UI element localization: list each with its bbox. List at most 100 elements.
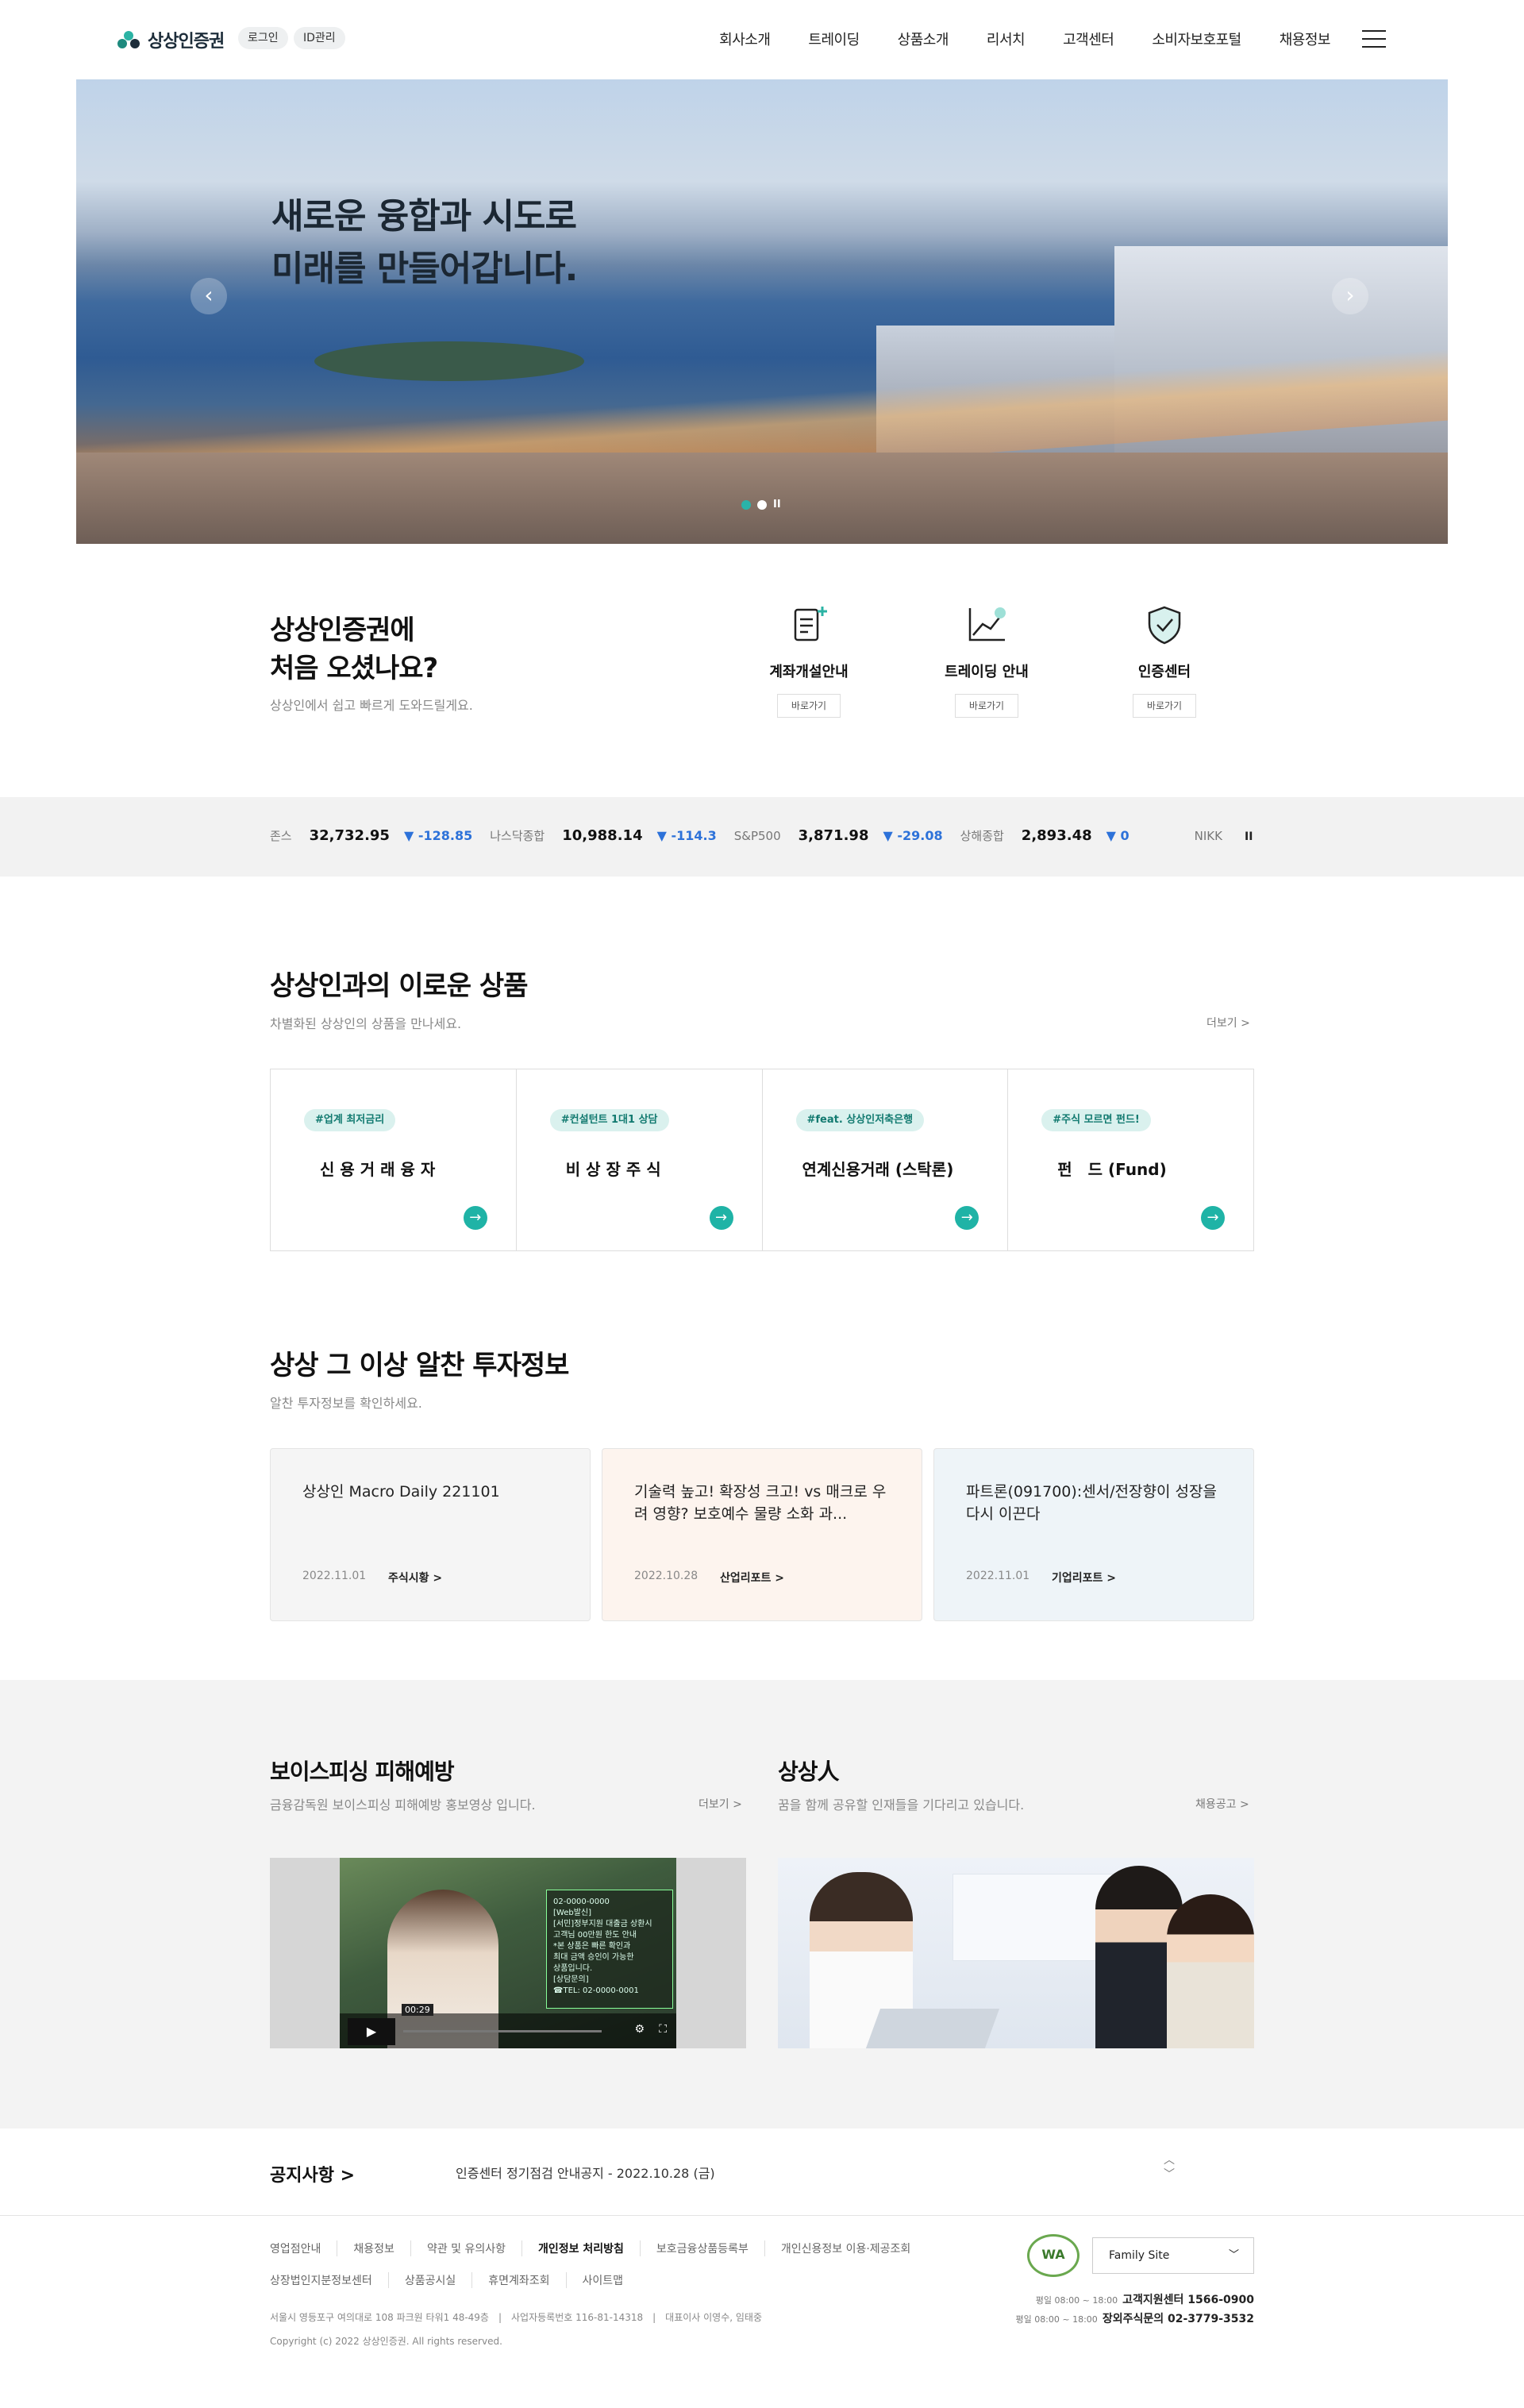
insight-card-date: 2022.11.01 — [966, 1570, 1030, 1582]
chevron-down-icon: ﹀ — [1228, 2249, 1239, 2261]
notice-text[interactable]: 인증센터 정기점검 안내공지 - 2022.10.28 (금) — [456, 2163, 715, 2182]
product-card[interactable]: #주식 모르면 펀드! 펀 드 (Fund) → — [1008, 1069, 1253, 1250]
insight-card[interactable]: 파트론(091700):센서/전장향이 성장을 다시 이끈다 2022.11.0… — [933, 1448, 1254, 1621]
family-site-label: Family Site — [1109, 2249, 1170, 2262]
nav-company[interactable]: 회사소개 — [719, 29, 771, 49]
insight-card[interactable]: 기술력 높고! 확장성 크고! vs 매크로 우려 영향? 보호예수 물량 소화… — [602, 1448, 922, 1621]
products-title: 상상인과의 이로운 상품 — [270, 970, 528, 1002]
footer-link[interactable]: 영업점안내 — [270, 2240, 337, 2256]
footer-link[interactable]: 상품공시실 — [387, 2272, 471, 2288]
insight-card-category[interactable]: 기업리포트 > — [1052, 1570, 1116, 1585]
hero-next-arrow-icon[interactable]: › — [1332, 278, 1368, 314]
product-tag: #업계 최저금리 — [304, 1109, 396, 1131]
footer-links-row2: 상장법인지분정보센터 상품공시실 휴면계좌조회 사이트맵 — [270, 2272, 639, 2288]
notice-label[interactable]: 공지사항 > — [270, 2161, 355, 2186]
product-card[interactable]: #컨설턴트 1대1 상담 비 상 장 주 식 → — [517, 1069, 763, 1250]
first-visit-title: 상상인증권에 처음 오셨나요? — [270, 615, 438, 684]
settings-icon[interactable]: ⚙ — [634, 2023, 645, 2036]
hero-title: 새로운 융합과 시도로 미래를 만들어갑니다. — [271, 196, 578, 289]
recruit-photo[interactable] — [778, 1858, 1254, 2048]
arrow-right-icon[interactable]: → — [1201, 1206, 1225, 1230]
play-icon[interactable]: ▶ — [348, 2018, 395, 2045]
arrow-right-icon[interactable]: → — [955, 1206, 979, 1230]
footer-link[interactable]: 채용정보 — [337, 2240, 410, 2256]
nav-trading[interactable]: 트레이딩 — [808, 29, 860, 49]
quick-trading-guide[interactable]: 트레이딩 안내 바로가기 — [923, 603, 1050, 718]
voice-more-link[interactable]: 더보기 > — [698, 1796, 742, 1812]
video-time: 00:29 — [402, 2004, 433, 2016]
insight-card-title: 기술력 높고! 확장성 크고! vs 매크로 우려 영향? 보호예수 물량 소화… — [634, 1483, 887, 1523]
insight-card-title: 파트론(091700):센서/전장향이 성장을 다시 이끈다 — [966, 1483, 1217, 1523]
product-tag: #feat. 상상인저축은행 — [795, 1109, 925, 1131]
quick-trading-guide-label: 트레이딩 안내 — [945, 664, 1029, 680]
insight-card[interactable]: 상상인 Macro Daily 221101 2022.11.01 주식시황 > — [270, 1448, 591, 1621]
nav-research[interactable]: 리서치 — [987, 29, 1026, 49]
voice-subtitle: 금융감독원 보이스피싱 피해예방 홍보영상 입니다. — [270, 1797, 536, 1813]
insight-card-date: 2022.11.01 — [302, 1570, 367, 1582]
people-more-link[interactable]: 채용공고 > — [1195, 1796, 1249, 1812]
cs-phone: 고객지원센터 1566-0900 — [1122, 2294, 1254, 2306]
quick-account-open-button[interactable]: 바로가기 — [777, 694, 841, 718]
footer-link[interactable]: 개인신용정보 이용·제공조회 — [764, 2240, 926, 2256]
global-nav: 회사소개 트레이딩 상품소개 리서치 고객센터 소비자보호포털 채용정보 — [719, 29, 1330, 49]
nav-consumer-portal[interactable]: 소비자보호포털 — [1152, 29, 1241, 49]
ticker-name: NIKK — [1194, 828, 1222, 843]
arrow-right-icon[interactable]: → — [463, 1206, 487, 1230]
photo-laptop — [865, 2009, 1000, 2048]
product-tag: #컨설턴트 1대1 상담 — [549, 1109, 669, 1131]
hero-prev-arrow-icon[interactable]: ‹ — [190, 278, 227, 314]
first-visit-subtitle: 상상인에서 쉽고 빠르게 도와드릴게요. — [270, 698, 473, 713]
cs-hours: 평일 08:00 ~ 18:00 — [1035, 2295, 1118, 2306]
customer-center-info: 평일 08:00 ~ 18:00 고객지원센터 1566-0900 — [1036, 2291, 1254, 2307]
quick-cert-center[interactable]: 인증센터 바로가기 — [1101, 603, 1228, 718]
otc-inquiry-info: 평일 08:00 ~ 18:00 장외주식문의 02-3779-3532 — [1015, 2310, 1254, 2326]
product-card[interactable]: #업계 최저금리 신 용 거 래 융 자 → — [271, 1069, 517, 1250]
quick-account-open-label: 계좌개설안내 — [769, 664, 849, 680]
voice-title: 보이스피싱 피해예방 — [270, 1759, 455, 1785]
hero-dot-2[interactable] — [757, 499, 767, 510]
family-site-select[interactable]: Family Site ﹀ — [1092, 2237, 1254, 2274]
insight-title: 상상 그 이상 알찬 투자정보 — [270, 1350, 569, 1381]
products-more-link[interactable]: 더보기 > — [1206, 1015, 1250, 1031]
people-subtitle: 꿈을 함께 공유할 인재들을 기다리고 있습니다. — [778, 1797, 1025, 1813]
insight-card-category[interactable]: 주식시황 > — [388, 1570, 442, 1585]
video-frame: 02-0000-0000 [Web발신] [서민]정부지원 대출금 상환시 고객… — [340, 1858, 676, 2048]
footer-link[interactable]: 상장법인지분정보센터 — [270, 2272, 388, 2288]
hero-pause-button[interactable]: II — [773, 499, 781, 510]
products-subtitle: 차별화된 상상인의 상품을 만나세요. — [270, 1016, 462, 1031]
logo[interactable]: 상상인증권 — [117, 27, 225, 52]
chevron-up-icon[interactable]: ︿ — [1164, 2153, 1175, 2167]
menu-icon[interactable] — [1362, 30, 1386, 48]
nav-customer[interactable]: 고객센터 — [1063, 29, 1114, 49]
footer-link[interactable]: 사이트맵 — [565, 2272, 640, 2288]
insight-card-title: 상상인 Macro Daily 221101 — [302, 1483, 500, 1501]
insight-card-category[interactable]: 산업리포트 > — [720, 1570, 784, 1585]
footer-link[interactable]: 휴면계좌조회 — [471, 2272, 565, 2288]
nav-careers[interactable]: 채용정보 — [1280, 29, 1331, 49]
hero-banner: 새로운 융합과 시도로 미래를 만들어갑니다. ‹ › II — [76, 79, 1448, 544]
video-progress-bar[interactable] — [403, 2030, 602, 2032]
footer-link[interactable]: 보호금융상품등록부 — [639, 2240, 764, 2256]
chart-line-icon — [968, 607, 1006, 641]
ticker-change: ▼ -114.3 — [656, 828, 717, 843]
arrow-right-icon[interactable]: → — [709, 1206, 733, 1230]
ticker-value: 2,893.48 — [1021, 827, 1092, 844]
ticker-pause-button[interactable]: II — [1245, 830, 1253, 843]
nav-products[interactable]: 상품소개 — [898, 29, 949, 49]
chevron-down-icon[interactable]: ﹀ — [1164, 2167, 1175, 2182]
quick-trading-guide-button[interactable]: 바로가기 — [955, 694, 1018, 718]
footer-link[interactable]: 약관 및 유의사항 — [410, 2240, 521, 2256]
id-manage-button[interactable]: ID관리 — [294, 27, 345, 49]
hero-dot-1[interactable] — [741, 499, 751, 510]
quick-account-open[interactable]: 계좌개설안내 바로가기 — [745, 603, 872, 718]
ticker-change: ▼ -29.08 — [883, 828, 943, 843]
fullscreen-icon[interactable]: ⛶ — [659, 2023, 667, 2036]
voice-phishing-video[interactable]: 02-0000-0000 [Web발신] [서민]정부지원 대출금 상환시 고객… — [270, 1858, 746, 2048]
footer-link-privacy[interactable]: 개인정보 처리방침 — [521, 2240, 640, 2256]
product-card[interactable]: #feat. 상상인저축은행 연계신용거래 (스탁론) → — [763, 1069, 1009, 1250]
product-name: 연계신용거래 (스탁론) — [802, 1160, 954, 1179]
ticker-name: 상해종합 — [960, 829, 1004, 843]
login-button[interactable]: 로그인 — [238, 27, 288, 49]
quick-cert-center-button[interactable]: 바로가기 — [1133, 694, 1196, 718]
brand-name: 상상인증권 — [148, 32, 225, 52]
